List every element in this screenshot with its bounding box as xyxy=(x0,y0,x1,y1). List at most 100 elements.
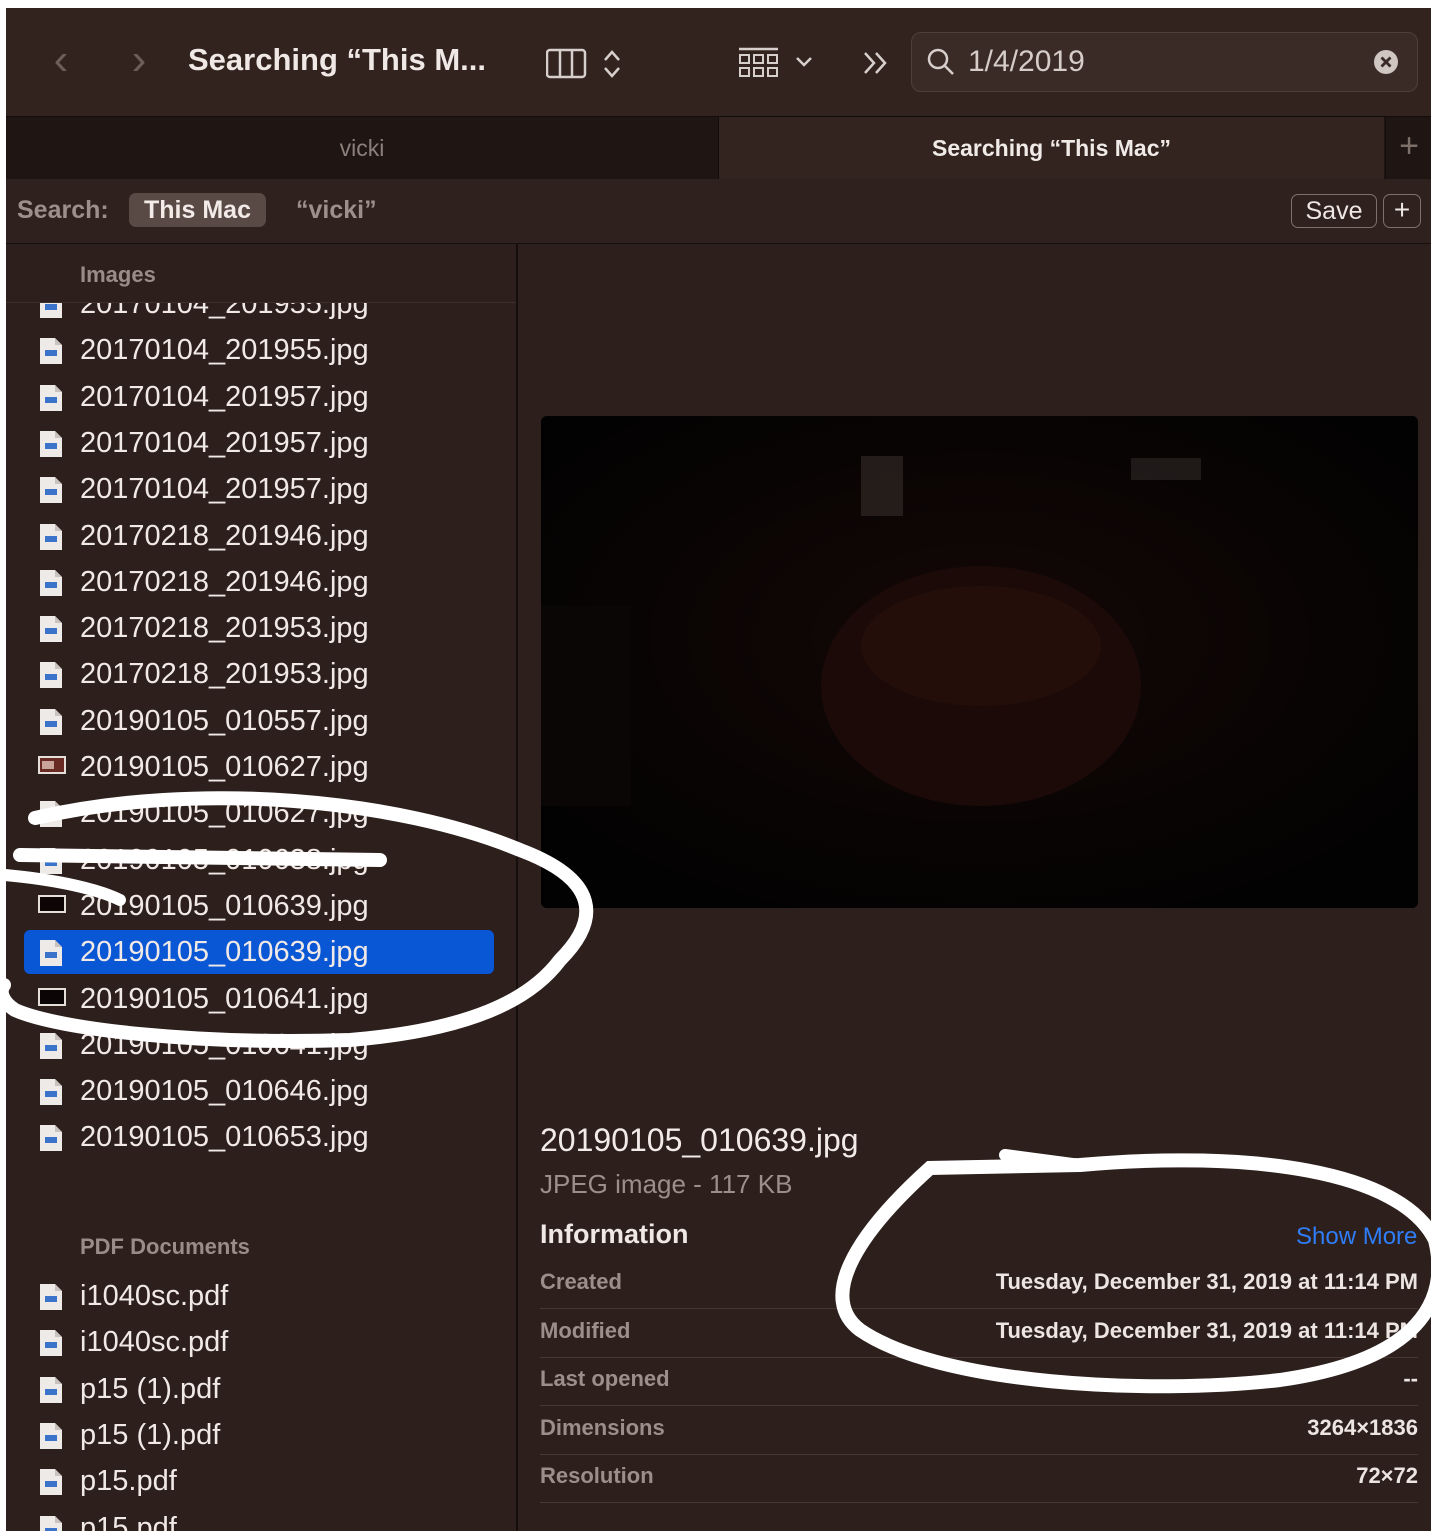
tab-searching-this-mac[interactable]: Searching “This Mac” xyxy=(719,117,1384,179)
search-icon xyxy=(927,48,954,75)
document-icon xyxy=(38,1329,64,1357)
document-icon xyxy=(38,569,64,597)
document-icon xyxy=(38,384,64,412)
document-icon xyxy=(38,430,64,458)
file-name: 20190105_010627.jpg xyxy=(80,797,369,830)
info-value: Tuesday, December 31, 2019 at 11:14 PM xyxy=(995,1269,1418,1294)
document-icon xyxy=(38,1515,64,1531)
image-thumbnail-icon xyxy=(38,754,66,782)
list-item[interactable]: 20190105_010641.jpg xyxy=(24,1023,494,1067)
list-item[interactable]: 20190105_010627.jpg xyxy=(24,791,494,835)
file-name: i1040sc.pdf xyxy=(80,1280,229,1312)
list-item[interactable]: p15.pdf xyxy=(24,1506,494,1531)
window-title: Searching “This M... xyxy=(188,42,486,77)
info-row-modified: Modified Tuesday, December 31, 2019 at 11… xyxy=(540,1309,1418,1358)
list-item[interactable]: 20170104_201955.jpg xyxy=(24,328,494,372)
back-chevron-icon[interactable]: ‹ xyxy=(46,38,76,86)
file-name: 20170218_201946.jpg xyxy=(80,565,369,598)
file-name: 20170104_201957.jpg xyxy=(80,426,369,459)
list-item-selected[interactable]: 20190105_010639.jpg xyxy=(24,930,494,975)
file-name: 20190105_010641.jpg xyxy=(80,1028,369,1061)
info-label: Created xyxy=(540,1269,622,1294)
info-value: Tuesday, December 31, 2019 at 11:14 PM xyxy=(995,1317,1418,1343)
list-item[interactable]: p15 (1).pdf xyxy=(24,1413,494,1457)
file-name: 20190105_010627.jpg xyxy=(80,751,369,783)
list-item[interactable]: 20170218_201953.jpg xyxy=(24,652,494,696)
new-tab-plus-icon[interactable]: + xyxy=(1385,117,1431,179)
document-icon xyxy=(38,1468,64,1496)
clear-search-icon[interactable] xyxy=(1373,49,1399,75)
group-by-grid-icon[interactable] xyxy=(738,46,780,80)
view-options-updown-icon[interactable] xyxy=(602,48,622,80)
file-name: p15.pdf xyxy=(80,1511,177,1531)
list-item[interactable]: p15 (1).pdf xyxy=(24,1367,494,1411)
list-item[interactable]: 20190105_010557.jpg xyxy=(24,699,494,743)
list-item[interactable]: 20170218_201946.jpg xyxy=(24,560,494,604)
more-toolbar-items-icon[interactable] xyxy=(862,50,890,76)
add-criteria-button[interactable]: + xyxy=(1383,194,1421,228)
chevron-down-icon[interactable] xyxy=(794,54,814,70)
info-row-dimensions: Dimensions 3264×1836 xyxy=(540,1406,1418,1455)
list-item[interactable]: 20190105_010638.jpg xyxy=(24,838,494,882)
document-icon xyxy=(38,1283,64,1311)
search-input[interactable] xyxy=(966,41,1360,83)
show-more-link[interactable]: Show More xyxy=(1296,1223,1417,1251)
list-item[interactable]: 20190105_010646.jpg xyxy=(24,1069,494,1113)
preview-filename: 20190105_010639.jpg xyxy=(540,1122,859,1158)
tab-vicki[interactable]: vicki xyxy=(6,117,719,179)
list-item[interactable]: p15.pdf xyxy=(24,1459,494,1503)
pdf-group-header: PDF Documents xyxy=(80,1234,250,1259)
file-name: 20170218_201946.jpg xyxy=(80,519,369,552)
document-icon xyxy=(38,708,64,736)
file-name: 20170218_201953.jpg xyxy=(80,658,369,691)
list-item[interactable]: 20170218_201946.jpg xyxy=(24,514,494,558)
info-value: 3264×1836 xyxy=(1307,1414,1418,1440)
info-row-created: Created Tuesday, December 31, 2019 at 11:… xyxy=(540,1260,1418,1309)
file-name: 20170104_201957.jpg xyxy=(80,473,369,506)
file-name: 20190105_010639.jpg xyxy=(80,889,369,922)
file-name: i1040sc.pdf xyxy=(80,1326,229,1359)
document-icon xyxy=(38,800,64,828)
scope-this-mac-button[interactable]: This Mac xyxy=(129,193,266,227)
forward-chevron-icon[interactable]: › xyxy=(124,38,154,86)
save-search-button[interactable]: Save xyxy=(1291,194,1377,228)
info-row-resolution: Resolution 72×72 xyxy=(540,1454,1418,1504)
list-item[interactable]: 20170104_201957.jpg xyxy=(24,467,494,511)
finder-window: ‹ › Searching “This M... 1/4/2019 vicki … xyxy=(6,8,1431,1531)
info-value: 72×72 xyxy=(1356,1463,1418,1489)
list-item[interactable]: 20190105_010639.jpg xyxy=(24,884,494,928)
file-name: 20190105_010646.jpg xyxy=(80,1075,369,1108)
list-item[interactable]: 20170104_201957.jpg xyxy=(24,375,494,419)
document-icon xyxy=(38,847,64,875)
document-icon xyxy=(38,476,64,504)
search-field[interactable] xyxy=(911,32,1418,92)
file-name: 20190105_010638.jpg xyxy=(80,843,369,876)
dark-thumbnail-icon xyxy=(38,893,66,921)
info-label: Modified xyxy=(540,1317,631,1343)
file-name: 20170218_201953.jpg xyxy=(80,612,369,645)
information-heading: Information xyxy=(540,1219,689,1249)
file-name: 20190105_010639.jpg xyxy=(80,936,369,969)
list-item[interactable]: 20190105_010653.jpg xyxy=(24,1115,494,1159)
scope-vicki-button[interactable]: “vicki” xyxy=(296,196,377,225)
file-name: 20190105_010641.jpg xyxy=(80,982,369,1015)
list-item[interactable]: 20190105_010641.jpg xyxy=(24,977,494,1021)
list-item[interactable]: 20170104_201957.jpg xyxy=(24,421,494,465)
list-item[interactable]: 20170218_201953.jpg xyxy=(24,606,494,650)
toolbar: ‹ › Searching “This M... xyxy=(6,8,1431,116)
column-view-icon[interactable] xyxy=(546,48,590,80)
file-name: 20170104_201957.jpg xyxy=(80,380,369,413)
preview-kind: JPEG image - 117 KB xyxy=(540,1169,793,1199)
file-name: 20190105_010653.jpg xyxy=(80,1121,369,1154)
images-group-header: Images xyxy=(80,262,156,287)
preview-image xyxy=(541,416,1418,908)
list-item[interactable]: i1040sc.pdf xyxy=(24,1320,494,1364)
document-icon xyxy=(38,939,64,967)
file-name: 20190105_010557.jpg xyxy=(80,704,369,737)
results-list[interactable]: Images 20170104_201955.jpg 20170104_20195… xyxy=(6,244,518,1531)
file-name: p15 (1).pdf xyxy=(80,1418,221,1451)
document-icon xyxy=(38,1032,64,1060)
list-item[interactable]: 20190105_010627.jpg xyxy=(24,745,494,789)
info-value: -- xyxy=(1403,1366,1418,1392)
list-item[interactable]: i1040sc.pdf xyxy=(24,1274,494,1318)
